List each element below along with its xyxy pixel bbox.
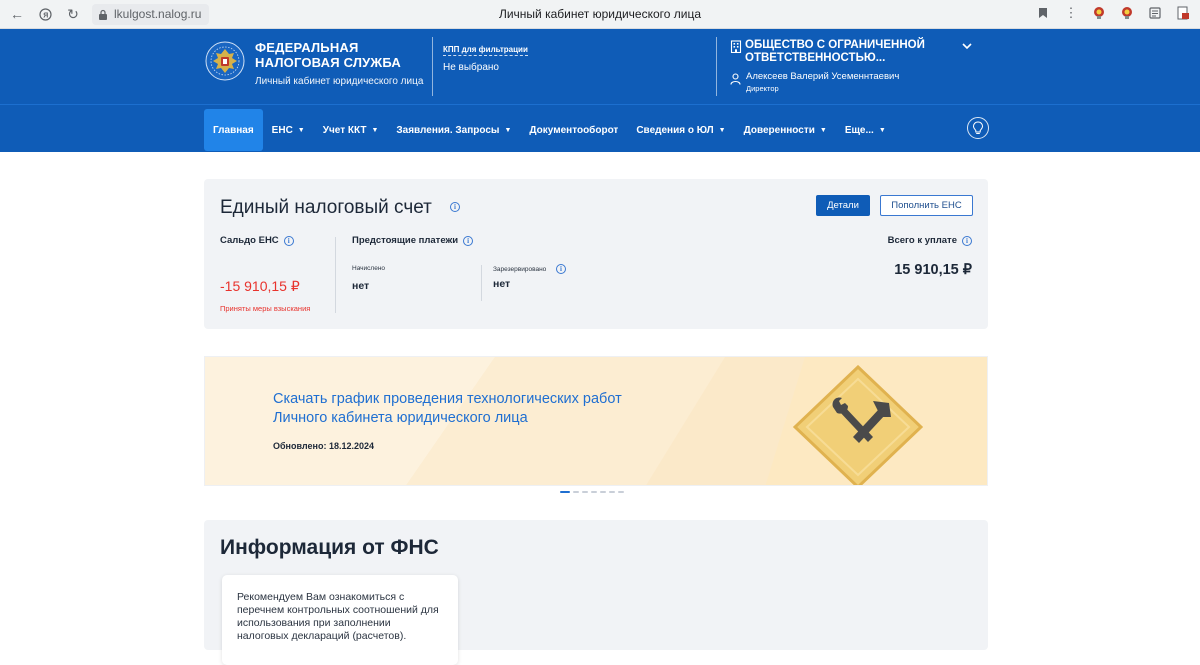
- carousel-dot[interactable]: [600, 491, 606, 493]
- site-header: ФЕДЕРАЛЬНАЯ НАЛОГОВАЯ СЛУЖБА Личный каби…: [0, 29, 1200, 104]
- saldo-value: -15 910,15 ₽: [220, 278, 300, 294]
- org-name-line1: ФЕДЕРАЛЬНАЯ: [255, 40, 359, 55]
- kpp-filter-label[interactable]: КПП для фильтрации: [443, 45, 528, 56]
- carousel-dot[interactable]: [618, 491, 624, 493]
- kpp-filter[interactable]: КПП для фильтрации Не выбрано: [443, 39, 528, 73]
- user-name: Алексеев Валерий Усеменнтаевич: [746, 71, 900, 82]
- caret-down-icon: ▼: [878, 126, 886, 134]
- main-nav: Главная ЕНС ▼ Учет ККТ ▼ Заявления. Запросы ▼ Д…: [0, 104, 1200, 152]
- ens-title: Единый налоговый счет: [220, 197, 432, 218]
- reserved-value: нет: [493, 278, 511, 290]
- company-selector[interactable]: ОБЩЕСТВО С ОГРАНИЧЕННОЙ ОТВЕТСТВЕННОСТЬЮ…: [730, 39, 980, 93]
- info-card-text[interactable]: Рекомендуем Вам ознакомиться с перечнем …: [237, 591, 442, 643]
- ens-card: Единый налоговый счет i Детали Пополнить…: [204, 179, 988, 329]
- nav-item[interactable]: Доверенности ▼: [735, 109, 836, 151]
- header-divider: [432, 37, 433, 96]
- nav-item-label: Главная: [213, 124, 254, 136]
- browser-toolbar: ← Я ↻ lkulgost.nalog.ru Личный кабинет ю…: [0, 0, 1200, 29]
- yandex-icon[interactable]: Я: [34, 3, 56, 25]
- column-divider: [335, 237, 336, 313]
- nav-item-label: Доверенности: [743, 124, 815, 136]
- banner-title-line2[interactable]: Личного кабинета юридического лица: [273, 409, 622, 428]
- banner-updated-date: Обновлено: 18.12.2024: [273, 441, 374, 451]
- user-icon: [730, 73, 741, 85]
- info-card[interactable]: Рекомендуем Вам ознакомиться с перечнем …: [222, 575, 458, 665]
- nav-item-label: Заявления. Запросы: [396, 124, 500, 136]
- company-name[interactable]: ОБЩЕСТВО С ОГРАНИЧЕННОЙ ОТВЕТСТВЕННОСТЬЮ…: [745, 39, 980, 65]
- org-name-line2: НАЛОГОВАЯ СЛУЖБА: [255, 55, 402, 70]
- upcoming-header: Предстоящие платежи i: [352, 235, 474, 246]
- back-arrow-icon[interactable]: ←: [6, 3, 28, 25]
- org-block: ФЕДЕРАЛЬНАЯ НАЛОГОВАЯ СЛУЖБА Личный каби…: [255, 40, 423, 87]
- banner-title[interactable]: Скачать график проведения технологически…: [273, 390, 622, 428]
- total-value: 15 910,15 ₽: [894, 262, 972, 278]
- carousel-dot[interactable]: [609, 491, 615, 493]
- info-icon[interactable]: i: [283, 235, 294, 246]
- info-icon[interactable]: i: [962, 235, 972, 246]
- caret-down-icon: ▼: [371, 126, 379, 134]
- user-role: Директор: [746, 84, 779, 93]
- carousel-dot[interactable]: [573, 491, 579, 493]
- building-icon: [730, 40, 742, 53]
- upcoming-label: Предстоящие платежи: [352, 235, 459, 246]
- chevron-down-icon[interactable]: [961, 40, 973, 52]
- nav-item[interactable]: Сведения о ЮЛ ▼: [627, 109, 734, 151]
- info-icon[interactable]: i: [556, 264, 566, 274]
- caret-down-icon: ▼: [297, 126, 305, 134]
- nav-item-label: Сведения о ЮЛ: [636, 124, 714, 136]
- caret-down-icon: ▼: [718, 126, 726, 134]
- total-label: Всего к уплате: [887, 235, 957, 246]
- saldo-label: Сальдо ЕНС: [220, 235, 279, 246]
- carousel-dot[interactable]: [582, 491, 588, 493]
- url-text: lkulgost.nalog.ru: [114, 7, 202, 21]
- caret-down-icon: ▼: [819, 126, 827, 134]
- topup-ens-button[interactable]: Пополнить ЕНС: [880, 195, 973, 216]
- nav-item[interactable]: Заявления. Запросы ▼: [387, 109, 520, 151]
- total-header: Всего к уплате i: [888, 235, 972, 246]
- kpp-filter-value: Не выбрано: [443, 62, 499, 73]
- nav-item[interactable]: Учет ККТ ▼: [314, 109, 388, 151]
- info-icon[interactable]: i: [450, 202, 460, 212]
- header-divider: [716, 37, 717, 96]
- nav-item[interactable]: Еще... ▼: [836, 109, 895, 151]
- nav-item[interactable]: Главная: [204, 109, 263, 151]
- svg-text:Я: Я: [43, 12, 48, 19]
- info-icon[interactable]: i: [463, 235, 474, 246]
- reserved-label: Зарезервировано: [493, 266, 547, 273]
- nav-item-label: ЕНС: [271, 124, 293, 136]
- org-subtitle: Личный кабинет юридического лица: [255, 76, 424, 87]
- column-divider: [481, 265, 482, 301]
- carousel-dot[interactable]: [591, 491, 597, 493]
- user-block: Алексеев Валерий Усеменнтаевич Директор: [730, 71, 899, 93]
- more-menu-icon[interactable]: ⋮: [1062, 4, 1080, 22]
- maintenance-banner[interactable]: Скачать график проведения технологически…: [204, 356, 988, 486]
- address-bar[interactable]: lkulgost.nalog.ru: [92, 3, 210, 25]
- reload-icon[interactable]: ↻: [62, 3, 84, 25]
- lock-icon: [99, 9, 107, 20]
- extension-icon[interactable]: [1090, 4, 1108, 22]
- accrued-value: нет: [352, 280, 370, 292]
- details-button[interactable]: Детали: [816, 195, 870, 216]
- pdf-extension-icon[interactable]: [1174, 4, 1192, 22]
- lightbulb-icon[interactable]: [967, 117, 989, 139]
- nav-item-label: Еще...: [844, 124, 874, 136]
- nav-item-label: Документооборот: [529, 124, 619, 136]
- saldo-header: Сальдо ЕНС i: [220, 235, 294, 246]
- fns-info-section: Информация от ФНС Рекомендуем Вам ознако…: [204, 520, 988, 665]
- maintenance-tools-icon: [793, 365, 923, 485]
- carousel-dots: [560, 491, 624, 493]
- reading-list-icon[interactable]: [1146, 4, 1164, 22]
- info-title: Информация от ФНС: [220, 536, 439, 559]
- fns-emblem-logo[interactable]: [204, 40, 246, 82]
- nav-item[interactable]: ЕНС ▼: [263, 109, 314, 151]
- bookmark-icon[interactable]: [1034, 4, 1052, 22]
- caret-down-icon: ▼: [504, 126, 512, 134]
- extension-icon[interactable]: [1118, 4, 1136, 22]
- nav-item[interactable]: Документооборот: [520, 109, 627, 151]
- carousel-dot[interactable]: [560, 491, 570, 493]
- accrued-label: Начислено: [352, 265, 386, 272]
- nav-item-label: Учет ККТ: [322, 124, 367, 136]
- saldo-note: Приняты меры взыскания: [220, 304, 311, 313]
- banner-title-line1[interactable]: Скачать график проведения технологически…: [273, 390, 622, 409]
